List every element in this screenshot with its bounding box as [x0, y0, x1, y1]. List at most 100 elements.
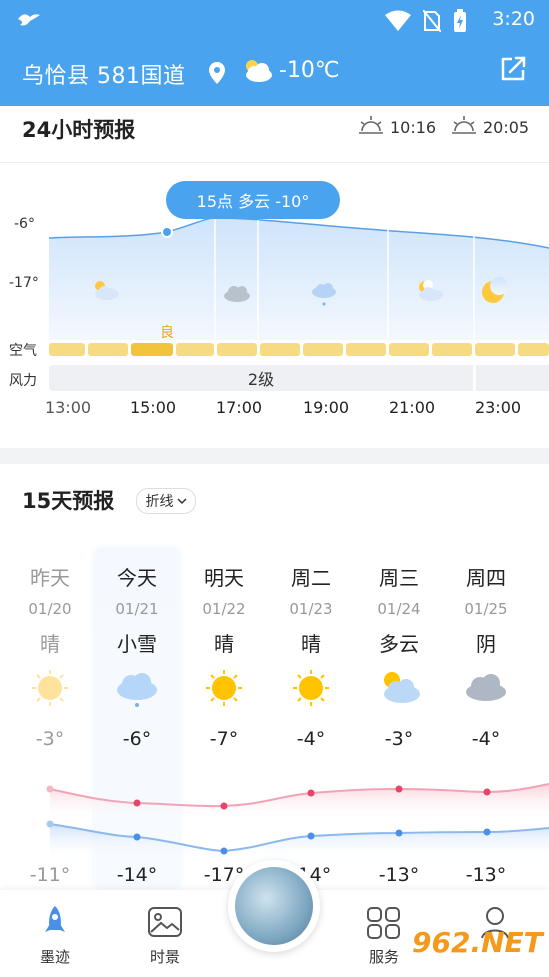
day-date: 01/24: [377, 600, 421, 618]
hour-label: 19:00: [302, 398, 350, 417]
air-bar: [432, 343, 472, 356]
sun-icon: [293, 670, 329, 706]
day-high: -4°: [471, 728, 501, 750]
day-date: 01/23: [289, 600, 333, 618]
current-temperature: -10℃: [279, 58, 340, 83]
day-condition: 晴: [301, 632, 321, 656]
wind-level-bar: 2级: [49, 365, 473, 391]
section-gap: [0, 448, 549, 464]
high-point: [483, 788, 491, 796]
grid-icon: [367, 907, 400, 939]
air-bar: [475, 343, 515, 356]
y-label-low: -17°: [9, 275, 39, 291]
air-bar: [217, 343, 257, 356]
current-hour-point: [161, 226, 173, 238]
location-name[interactable]: 乌恰县 581国道: [22, 58, 186, 90]
air-bar: [260, 343, 300, 356]
wind-row-label: 风力: [9, 373, 37, 389]
day-high: -3°: [35, 728, 65, 750]
hour-label: 17:00: [215, 398, 263, 417]
sunset-time: 20:05: [483, 117, 530, 137]
wifi-icon: [385, 10, 411, 36]
sunset-info: 20:05: [451, 115, 529, 139]
partly-cloudy-icon: [384, 672, 420, 703]
battery-charging-icon: [453, 9, 467, 37]
low-area: [50, 824, 549, 860]
high-point: [220, 802, 228, 810]
hour-label: 15:00: [129, 398, 177, 417]
sun-icon: [206, 670, 242, 706]
location-header[interactable]: 乌恰县 581国道 -10℃: [0, 40, 549, 106]
app-notification-icon: [16, 9, 42, 33]
snow-cloud-icon: [117, 673, 157, 707]
clock: 3:20: [492, 8, 535, 30]
day-name: 周三: [379, 566, 419, 590]
day-name: 今天: [117, 566, 157, 590]
day-name: 明天: [204, 566, 244, 590]
air-bar-current: [131, 343, 173, 356]
hour-label: 13:00: [44, 398, 92, 417]
day-high: -3°: [384, 728, 414, 750]
day-condition: 晴: [214, 632, 234, 656]
low-point: [220, 847, 228, 855]
day-low: -14°: [116, 864, 158, 886]
day-name: 周二: [291, 566, 331, 590]
air-row-label: 空气: [9, 343, 37, 359]
low-point: [395, 829, 403, 837]
high-point: [307, 789, 315, 797]
day-low: -11°: [29, 864, 71, 886]
air-bar: [49, 343, 85, 356]
day-high: -4°: [296, 728, 326, 750]
hourly-tooltip: 15点 多云 -10°: [166, 181, 340, 219]
hourly-forecast-title: 24小时预报: [22, 118, 136, 142]
sunrise-info: 10:16: [358, 115, 436, 139]
wind-level-bar-next: [476, 365, 549, 391]
sky-thumbnail-image: [235, 867, 313, 945]
sunrise-icon: [358, 115, 384, 139]
day-date: 01/20: [28, 600, 72, 618]
toggle-label: 折线: [145, 494, 174, 510]
low-point: [307, 832, 315, 840]
air-bar: [88, 343, 128, 356]
air-bar: [346, 343, 386, 356]
day-high: -7°: [209, 728, 239, 750]
day-name: 昨天: [30, 566, 70, 590]
low-point: [483, 828, 491, 836]
low-point: [46, 820, 54, 828]
high-point: [46, 785, 54, 793]
chart-style-toggle[interactable]: 折线: [136, 488, 196, 514]
watermark-logo: 962.NET: [412, 926, 543, 959]
air-quality-label: 良: [160, 325, 174, 341]
status-bar: 3:20: [0, 0, 549, 40]
day-name: 周四: [466, 566, 506, 590]
low-point: [133, 833, 141, 841]
day-low: -13°: [378, 864, 420, 886]
hour-label: 21:00: [388, 398, 436, 417]
sunset-icon: [451, 115, 477, 139]
overcast-icon: [466, 674, 506, 701]
hour-label: 23:00: [474, 398, 522, 417]
image-icon: [148, 907, 182, 937]
air-bar: [176, 343, 214, 356]
partly-cloudy-icon: [240, 56, 274, 88]
high-point: [133, 799, 141, 807]
nav-label: 时景: [149, 948, 180, 966]
daily-temperature-chart: [46, 783, 549, 860]
air-bar: [518, 343, 549, 356]
air-bar: [389, 343, 429, 356]
day-condition: 阴: [476, 632, 496, 656]
rocket-icon: [45, 906, 65, 932]
no-sim-icon: [422, 9, 442, 36]
day-condition: 晴: [40, 632, 60, 656]
share-icon[interactable]: [498, 54, 528, 88]
high-point: [395, 785, 403, 793]
sun-icon: [32, 670, 68, 706]
y-label-high: -6°: [14, 216, 35, 232]
daily-forecast-title: 15天预报: [22, 489, 115, 513]
sunrise-time: 10:16: [390, 117, 437, 137]
live-scene-button[interactable]: [228, 860, 320, 952]
nav-label: 墨迹: [39, 948, 70, 966]
day-low: -13°: [465, 864, 507, 886]
location-pin-icon: [208, 61, 226, 89]
chevron-down-icon: [176, 493, 187, 509]
